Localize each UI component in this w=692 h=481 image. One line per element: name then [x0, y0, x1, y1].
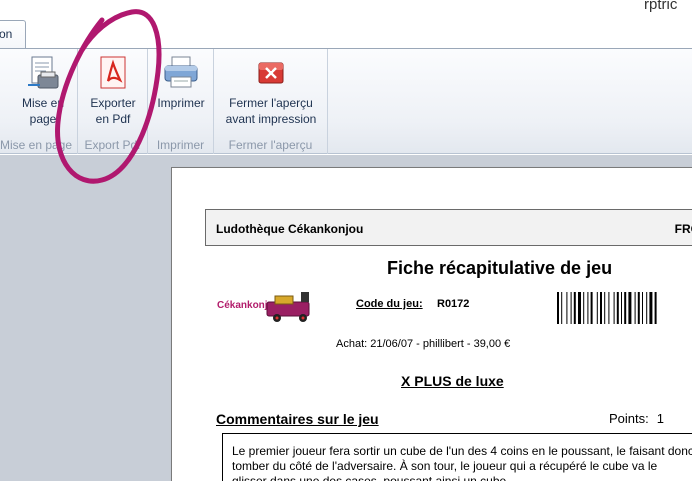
- barcode-bar: [578, 292, 581, 324]
- barcode-bar: [587, 292, 589, 324]
- comments-title: Commentaires sur le jeu: [216, 411, 379, 427]
- barcode-bar: [600, 292, 602, 324]
- barcode-bar: [583, 292, 585, 324]
- comment-box: Le premier joueur fera sortir un cube de…: [222, 433, 692, 481]
- barcode-bar: [596, 292, 598, 324]
- mise-en-page-button[interactable]: Mise en page: [3, 55, 83, 127]
- mise-en-page-label-2: page: [29, 112, 57, 126]
- ludotheque-logo: Cékankonjou: [217, 292, 310, 322]
- pdf-icon: [100, 56, 126, 89]
- barcode-bar: [604, 292, 606, 324]
- points: Points: 1: [609, 411, 664, 426]
- barcode-bar: [624, 292, 627, 324]
- barcode-bar: [628, 292, 632, 324]
- fermer-label-1: Fermer l'aperçu: [229, 96, 313, 110]
- achat-line: Achat: 21/06/07 - phillibert - 39,00 €: [336, 338, 511, 350]
- imprimer-button[interactable]: Imprimer: [150, 55, 212, 111]
- barcode-bar: [613, 292, 615, 324]
- header-code: FRGV: [674, 222, 692, 236]
- game-name: X PLUS de luxe: [401, 373, 504, 389]
- report-page: Ludothèque Cékankonjou FRGV Fiche récapi…: [171, 167, 692, 481]
- points-label: Points:: [609, 411, 649, 426]
- barcode-bar: [573, 292, 576, 324]
- export-pdf-button[interactable]: Exporter en Pdf: [80, 55, 146, 127]
- group-imprimer: Imprimer Imprimer: [148, 49, 214, 154]
- barcode: [557, 292, 657, 324]
- barcode-bar: [621, 292, 622, 324]
- barcode-bar: [642, 292, 643, 324]
- barcode-bar: [570, 292, 572, 324]
- group-export-pdf: Exporter en Pdf Export Pdf: [78, 49, 148, 154]
- group-fermer: Fermer l'aperçu avant impression Fermer …: [214, 49, 328, 154]
- barcode-bar: [616, 292, 619, 324]
- barcode-bar: [634, 292, 636, 324]
- barcode-bar: [561, 292, 563, 324]
- title-strip: rptric on: [0, 0, 692, 49]
- page-setup-icon: [28, 56, 59, 89]
- ribbon: Mise en page Mise en page Exporter en Pd…: [0, 48, 692, 154]
- code-value: R0172: [437, 298, 470, 310]
- tab-apercu[interactable]: on: [0, 20, 26, 49]
- printer-icon: [164, 56, 198, 88]
- group-label-imprimer: Imprimer: [156, 138, 205, 152]
- group-mise-en-page: Mise en page Mise en page: [0, 49, 78, 154]
- barcode-bar: [590, 292, 593, 324]
- barcode-bar: [649, 292, 653, 324]
- fermer-apercu-button[interactable]: Fermer l'aperçu avant impression: [216, 55, 326, 127]
- export-pdf-label-1: Exporter: [90, 96, 136, 110]
- code-label: Code du jeu:: [356, 298, 423, 310]
- window-title: rptric: [644, 0, 678, 13]
- report-title: Fiche récapitulative de jeu: [387, 258, 613, 278]
- ludotheque-name: Ludothèque Cékankonjou: [216, 222, 364, 236]
- barcode-bar: [557, 292, 559, 324]
- barcode-bar: [566, 292, 568, 324]
- report-header: Ludothèque Cékankonjou FRGV: [205, 209, 692, 246]
- mise-en-page-label-1: Mise en: [21, 96, 65, 110]
- export-pdf-label-2: en Pdf: [95, 112, 131, 126]
- group-label-export-pdf: Export Pdf: [84, 138, 141, 152]
- barcode-bar: [654, 292, 657, 324]
- group-label-mise-en-page: Mise en page: [0, 138, 73, 152]
- close-icon: [258, 62, 284, 84]
- imprimer-label: Imprimer: [157, 96, 205, 110]
- barcode-bar: [608, 292, 610, 324]
- barcode-bar: [646, 292, 648, 324]
- fermer-label-2: avant impression: [225, 112, 317, 126]
- barcode-bar: [637, 292, 640, 324]
- group-label-fermer: Fermer l'aperçu: [228, 138, 313, 152]
- points-value: 1: [656, 411, 664, 426]
